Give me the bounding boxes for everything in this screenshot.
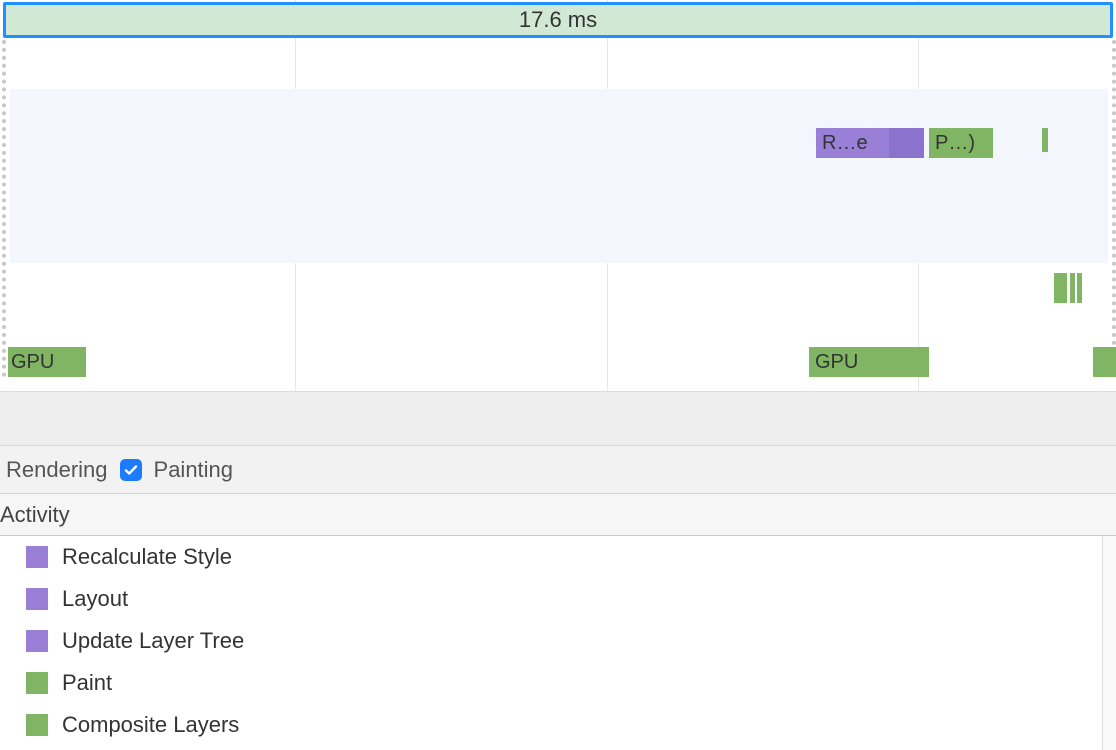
filter-painting-checkbox[interactable] [120,459,142,481]
panel-separator [0,391,1116,445]
event-raster[interactable] [1070,273,1075,303]
activity-label: Update Layer Tree [62,628,244,654]
event-label: R…e [822,132,868,154]
activity-row-layout[interactable]: Layout [0,578,1116,620]
color-swatch-icon [26,630,48,652]
activity-label: Paint [62,670,112,696]
timeline-rail-right [1112,40,1116,377]
event-label: GPU [11,351,54,373]
frame-duration-bar[interactable]: 17.6 ms [3,2,1113,38]
event-composite-tick[interactable] [1042,128,1048,152]
activity-column-header[interactable]: Activity [0,494,1116,536]
event-raster[interactable] [1054,273,1067,303]
activity-label: Composite Layers [62,712,239,738]
checkmark-icon [123,462,139,478]
event-gpu[interactable] [1093,347,1116,377]
activity-row-composite-layers[interactable]: Composite Layers [0,704,1116,746]
event-label: GPU [815,351,858,373]
event-paint[interactable]: P…) [929,128,993,158]
color-swatch-icon [26,714,48,736]
main-thread-track [10,89,1108,263]
category-filter-bar: Rendering Painting [0,445,1116,494]
event-gpu[interactable]: GPU [809,347,929,377]
color-swatch-icon [26,588,48,610]
filter-painting-label[interactable]: Painting [154,457,234,483]
event-gpu[interactable]: GPU [8,347,86,377]
activity-list: Recalculate Style Layout Update Layer Tr… [0,536,1116,750]
event-label: P…) [935,132,975,154]
activity-header-label: Activity [0,502,70,527]
color-swatch-icon [26,546,48,568]
activity-row-recalculate-style[interactable]: Recalculate Style [0,536,1116,578]
activity-label: Layout [62,586,128,612]
timeline-rail-left [2,40,6,377]
frame-duration-label: 17.6 ms [519,7,597,32]
activity-label: Recalculate Style [62,544,232,570]
event-raster[interactable] [1077,273,1082,303]
event-recalculate-style[interactable]: R…e [816,128,889,158]
activity-scrollbar[interactable] [1102,536,1116,750]
activity-row-update-layer-tree[interactable]: Update Layer Tree [0,620,1116,662]
activity-row-paint[interactable]: Paint [0,662,1116,704]
color-swatch-icon [26,672,48,694]
filter-rendering-label[interactable]: Rendering [6,457,108,483]
flame-chart[interactable]: 17.6 ms R…e P…) GPU GPU [0,0,1116,391]
event-recalculate-style-tail[interactable] [889,128,924,158]
